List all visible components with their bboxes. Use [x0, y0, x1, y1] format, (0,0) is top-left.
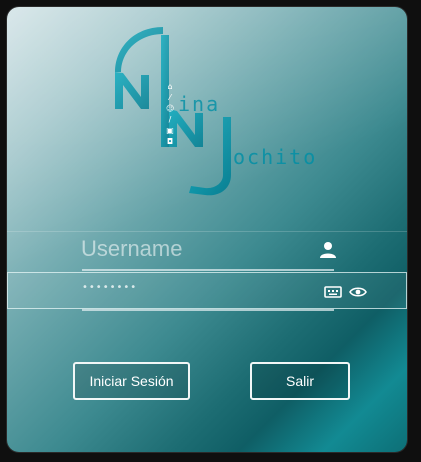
logo-icon-column: ⌂ ⁄ ☺ / ▣ ◘	[166, 83, 176, 146]
exit-button[interactable]: Salir	[250, 362, 350, 400]
logo-word-top: ina	[178, 92, 221, 116]
image-icon: ▣	[166, 126, 174, 135]
user-icon	[318, 240, 338, 260]
username-input[interactable]	[81, 234, 301, 264]
car-icon: ◘	[166, 137, 174, 146]
keyboard-icon[interactable]	[323, 282, 343, 302]
eye-icon[interactable]	[348, 282, 368, 302]
username-underline	[82, 269, 334, 271]
login-window: ina ochito ⌂ ⁄ ☺ / ▣ ◘ Username ••••••••…	[7, 7, 407, 452]
logo-word-bottom: ochito	[233, 145, 318, 169]
password-input[interactable]	[82, 276, 302, 298]
home-icon: ⌂	[167, 82, 173, 91]
login-button[interactable]: Iniciar Sesión	[73, 362, 190, 400]
app-logo: ina ochito ⌂ ⁄ ☺ / ▣ ◘	[105, 17, 335, 197]
exit-button-label: Salir	[285, 373, 314, 389]
password-underline	[82, 309, 334, 311]
users-icon: ☺	[166, 104, 175, 113]
wand-icon: ⁄	[169, 93, 171, 102]
pen-icon: /	[168, 115, 172, 124]
password-row	[7, 272, 407, 309]
username-row	[7, 231, 407, 267]
login-button-label: Iniciar Sesión	[89, 373, 174, 389]
